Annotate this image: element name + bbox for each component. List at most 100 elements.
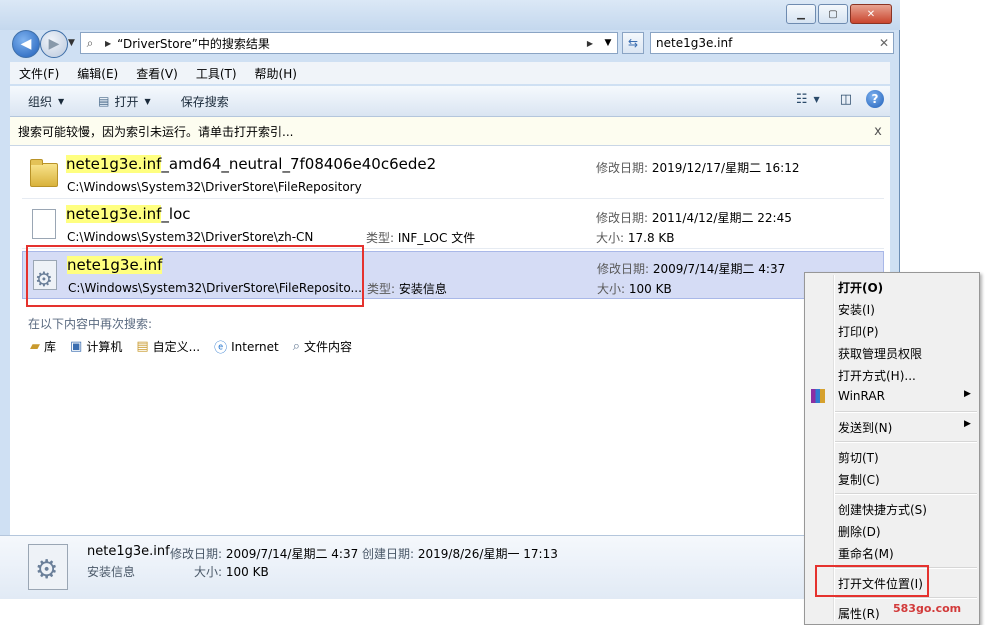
details-created: 创建日期: 2019/8/26/星期一 17:13 [362,547,558,561]
result-name: nete1g3e.inf_loc [66,205,191,223]
menu-rename[interactable]: 重命名(M) [838,545,894,562]
file-contents-icon: ⌕ [292,339,301,354]
address-path[interactable]: “DriverStore”中的搜索结果 [117,35,581,52]
search-computer-button[interactable]: ▣ 计算机 [70,337,122,356]
search-custom-button[interactable]: ▤ 自定义... [136,337,200,356]
help-icon[interactable]: ? [866,90,884,108]
menu-open[interactable]: 打开(O) [838,279,883,296]
result-location: C:\Windows\System32\DriverStore\zh-CN [67,230,314,244]
highlight-box [26,245,364,307]
details-modified: 修改日期: 2009/7/14/星期二 4:37 [170,547,359,561]
title-bar: ▁ ▢ ✕ [0,0,900,30]
library-icon: ▰ [30,339,40,354]
result-type: 类型: 安装信息 [367,282,447,296]
search-again-options: ▰ 库 ▣ 计算机 ▤ 自定义... ⓔ Internet ⌕ 文件内容 [30,337,366,356]
result-modified: 修改日期: 2011/4/12/星期二 22:45 [596,211,792,225]
submenu-arrow-icon: ▶ [964,389,971,399]
result-modified: 修改日期: 2019/12/17/星期二 16:12 [596,161,800,175]
search-file-contents-button[interactable]: ⌕ 文件内容 [293,337,352,356]
chevron-right-icon[interactable]: ▶ [105,39,111,48]
maximize-button[interactable]: ▢ [818,4,848,24]
navigation-bar: ◀ ▶ ▼ ⌕ ▶ “DriverStore”中的搜索结果 ▶ ▼ ⇆ nete… [0,30,900,60]
menu-send-to[interactable]: 发送到(N) ▶ [838,419,976,436]
menu-help[interactable]: 帮助(H) [246,65,306,82]
menu-separator [835,411,977,413]
menu-view[interactable]: 查看(V) [127,65,187,82]
refresh-button[interactable]: ⇆ [622,32,644,54]
save-search-button[interactable]: 保存搜索 [171,93,239,110]
organize-label: 组织 [28,94,53,109]
internet-explorer-icon: ⓔ [214,341,228,356]
view-tools: ☷ ▼ ◫ ? [784,90,884,108]
menu-install[interactable]: 安装(I) [838,301,875,318]
menu-copy[interactable]: 复制(C) [838,471,880,488]
menu-delete[interactable]: 删除(D) [838,523,881,540]
custom-folder-icon: ▤ [136,339,149,354]
preview-pane-icon[interactable]: ◫ [840,92,852,107]
menu-take-ownership[interactable]: 获取管理员权限 [838,345,922,362]
open-button[interactable]: ▤ 打开 ▼ [88,93,161,110]
view-options-icon[interactable]: ☷ [796,92,808,107]
save-search-label: 保存搜索 [180,94,229,109]
chevron-right-icon[interactable]: ▶ [587,39,593,48]
chevron-down-icon: ▼ [144,96,151,106]
details-pane: nete1g3e.inf 修改日期: 2009/7/14/星期二 4:37 创建… [0,535,900,599]
file-icon [32,209,56,239]
result-name: nete1g3e.inf_amd64_neutral_7f08406e40c6e… [66,155,437,173]
forward-button[interactable]: ▶ [40,30,68,58]
highlight-box [815,565,929,597]
clear-search-icon[interactable]: ✕ [875,36,893,50]
details-size: 大小: 100 KB [194,565,269,579]
minimize-button[interactable]: ▁ [786,4,816,24]
computer-icon: ▣ [70,339,83,354]
menu-separator [835,597,977,599]
search-value[interactable]: nete1g3e.inf [656,36,875,50]
search-again-label: 在以下内容中再次搜索: [28,317,153,331]
open-label: 打开 [114,94,139,109]
setup-info-file-icon [28,544,68,590]
recent-pages-dropdown[interactable]: ▼ [68,38,75,48]
result-modified: 修改日期: 2009/7/14/星期二 4:37 [597,262,786,276]
close-button[interactable]: ✕ [850,4,892,24]
address-bar[interactable]: ⌕ ▶ “DriverStore”中的搜索结果 ▶ ▼ [80,32,618,54]
result-size: 大小: 100 KB [597,282,672,296]
command-bar: 组织 ▼ ▤ 打开 ▼ 保存搜索 ☷ ▼ ◫ ? [10,86,890,117]
menu-separator [835,493,977,495]
chevron-down-icon: ▼ [58,96,65,106]
address-dropdown-icon[interactable]: ▼ [599,38,617,48]
menu-tools[interactable]: 工具(T) [187,65,246,82]
menu-properties[interactable]: 属性(R) [838,605,880,622]
search-internet-button[interactable]: ⓔ Internet [214,337,279,357]
index-info-bar[interactable]: 搜索可能较慢，因为索引未运行。请单击打开索引... x [10,117,890,146]
result-item[interactable]: nete1g3e.inf_amd64_neutral_7f08406e40c6e… [22,151,884,199]
chevron-down-icon[interactable]: ▼ [814,95,820,104]
menu-cut[interactable]: 剪切(T) [838,449,879,466]
folder-icon [30,159,58,187]
search-input[interactable]: nete1g3e.inf ✕ [650,32,894,54]
info-bar-close-icon[interactable]: x [866,124,890,139]
menu-file[interactable]: 文件(F) [10,65,68,82]
result-location: C:\Windows\System32\DriverStore\FileRepo… [67,180,362,194]
organize-button[interactable]: 组织 ▼ [18,93,74,110]
result-item[interactable]: nete1g3e.inf_loc C:\Windows\System32\Dri… [22,201,884,249]
menu-create-shortcut[interactable]: 创建快捷方式(S) [838,501,927,518]
result-type: 类型: INF_LOC 文件 [366,231,476,245]
menu-separator [835,441,977,443]
result-size: 大小: 17.8 KB [596,231,675,245]
menu-edit[interactable]: 编辑(E) [68,65,127,82]
menu-print[interactable]: 打印(P) [838,323,879,340]
watermark: 583go.com [893,602,962,615]
back-button[interactable]: ◀ [12,30,40,58]
window-controls: ▁ ▢ ✕ [784,4,892,24]
search-icon: ⌕ [86,35,94,50]
info-bar-text[interactable]: 搜索可能较慢，因为索引未运行。请单击打开索引... [10,123,866,140]
menu-bar: 文件(F) 编辑(E) 查看(V) 工具(T) 帮助(H) [10,62,890,84]
menu-open-with[interactable]: 打开方式(H)... [838,367,916,384]
search-library-button[interactable]: ▰ 库 [30,337,56,356]
results-pane: 搜索可能较慢，因为索引未运行。请单击打开索引... x nete1g3e.inf… [10,117,890,535]
explorer-window: ▁ ▢ ✕ ◀ ▶ ▼ ⌕ ▶ “DriverStore”中的搜索结果 ▶ ▼ … [0,0,900,599]
submenu-arrow-icon: ▶ [964,419,971,429]
menu-winrar[interactable]: WinRAR ▶ [838,389,976,403]
open-file-icon: ▤ [98,94,110,108]
details-name: nete1g3e.inf [87,544,170,559]
